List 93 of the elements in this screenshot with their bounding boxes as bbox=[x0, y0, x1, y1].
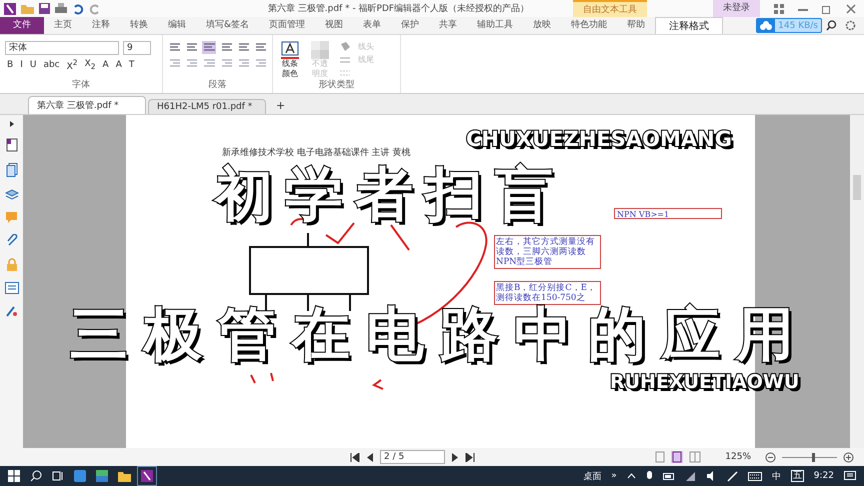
document-tab[interactable]: 第六章 三极管.pdf * bbox=[28, 96, 146, 114]
input-mode-indicator[interactable]: 五 bbox=[790, 470, 804, 482]
menu-tab[interactable]: 主页 bbox=[44, 17, 82, 34]
context-tab-label: 自由文本工具 bbox=[573, 0, 647, 17]
caption-pinyin: RUHEXUETIAOWU bbox=[609, 371, 802, 395]
format-button[interactable]: X$_{2}$ bbox=[82, 59, 98, 71]
menu-tab[interactable]: 共享 bbox=[429, 17, 468, 34]
annotation-text-field[interactable]: NPN VB>=1 bbox=[614, 208, 722, 219]
facing-view-icon[interactable] bbox=[689, 451, 702, 463]
vertical-scrollbar[interactable] bbox=[850, 115, 864, 448]
task-view-icon[interactable] bbox=[52, 470, 64, 482]
toolbar-more-button[interactable]: » bbox=[611, 471, 617, 481]
menu-tab[interactable]: 文件 bbox=[0, 17, 44, 34]
format-button[interactable]: A bbox=[100, 60, 111, 70]
format-button[interactable]: X$^{2}$ bbox=[64, 58, 80, 72]
microphone-icon[interactable] bbox=[646, 470, 653, 482]
menu-tab[interactable]: 注释 bbox=[82, 17, 120, 34]
app-logo-icon[interactable] bbox=[4, 2, 16, 14]
login-button[interactable]: 未登录 bbox=[713, 0, 760, 17]
menu-tab[interactable]: 填写&签名 bbox=[196, 17, 260, 34]
document-tab[interactable]: H61H2-LM5 r01.pdf * bbox=[148, 99, 266, 114]
layers-icon[interactable] bbox=[4, 188, 18, 200]
page-icon[interactable] bbox=[6, 138, 18, 152]
expand-arrow-icon[interactable] bbox=[8, 121, 14, 127]
page-number-field[interactable]: 2 / 5 bbox=[380, 450, 445, 464]
zoom-out-icon[interactable] bbox=[765, 452, 776, 462]
undo-icon[interactable] bbox=[72, 2, 84, 14]
menu-tab[interactable]: 编辑 bbox=[158, 17, 196, 34]
zoom-slider-thumb[interactable] bbox=[812, 452, 816, 462]
input-language-indicator[interactable]: 中 bbox=[772, 470, 781, 482]
menu-tab[interactable]: 页面管理 bbox=[259, 17, 316, 34]
chevron-up-icon[interactable] bbox=[626, 473, 636, 479]
font-name-dropdown[interactable]: 宋体 bbox=[5, 41, 119, 55]
pages-icon[interactable] bbox=[6, 163, 18, 177]
page-header-text: 新承维修技术学校 电子电路基础课件 主讲 黄桃 bbox=[222, 146, 411, 159]
grid-icon[interactable] bbox=[774, 4, 784, 14]
search-icon[interactable] bbox=[30, 470, 42, 482]
group-label: 字体 bbox=[71, 78, 91, 91]
font-size-dropdown[interactable]: 9 bbox=[123, 41, 151, 55]
folder-icon[interactable] bbox=[118, 470, 131, 482]
menu-tab[interactable]: 帮助 bbox=[617, 17, 656, 34]
search-icon[interactable] bbox=[826, 20, 837, 31]
window-title: 第六章 三极管.pdf * - 福昕PDF编辑器个人版（未经授权的产品） bbox=[266, 2, 530, 15]
restore-icon[interactable] bbox=[822, 4, 832, 14]
text-annotation[interactable]: 左右，其它方式测量没有 读数，三脚六测两读数 NPN型三极管 bbox=[494, 235, 601, 269]
first-page-icon[interactable] bbox=[350, 452, 360, 462]
menu-tab[interactable]: 辅助工具 bbox=[467, 17, 524, 34]
attachment-icon[interactable] bbox=[6, 234, 18, 247]
menu-tab[interactable]: 放映 bbox=[523, 17, 562, 34]
settings-icon[interactable] bbox=[845, 20, 856, 31]
format-button[interactable]: A bbox=[114, 60, 124, 70]
format-button[interactable]: B bbox=[5, 60, 16, 70]
zoom-level[interactable]: 125% bbox=[725, 452, 751, 462]
group-label: 形状类型 bbox=[318, 78, 356, 91]
new-tab-button[interactable]: + bbox=[268, 97, 294, 114]
line-color-button[interactable]: 线条颜色 bbox=[278, 41, 302, 79]
next-page-icon[interactable] bbox=[451, 452, 459, 462]
form-icon[interactable] bbox=[4, 282, 18, 294]
close-icon[interactable] bbox=[846, 4, 856, 14]
windows-start-icon[interactable] bbox=[8, 470, 20, 482]
download-speed: 145 KB/s bbox=[778, 20, 818, 30]
last-page-icon[interactable] bbox=[465, 452, 475, 462]
pen-icon[interactable] bbox=[726, 470, 738, 482]
zoom-in-icon[interactable] bbox=[843, 452, 854, 462]
clock[interactable]: 9:22 bbox=[814, 471, 834, 481]
format-button[interactable]: abc bbox=[41, 60, 62, 70]
menu-tab[interactable]: 转换 bbox=[120, 17, 158, 34]
caption-title: 初学者扫盲 bbox=[213, 160, 570, 235]
text-color-icon bbox=[281, 41, 299, 59]
format-button[interactable]: I bbox=[18, 60, 25, 70]
menu-tab[interactable]: 表单 bbox=[353, 17, 392, 34]
menu-tab[interactable]: 注释格式 bbox=[655, 17, 724, 34]
text-annotation[interactable]: 黑接B，红分别接C，E， 测得读数在150-750之 bbox=[494, 281, 601, 305]
desktop-toolbar-label[interactable]: 桌面 bbox=[583, 470, 602, 482]
wifi-icon[interactable] bbox=[684, 472, 696, 480]
paragraph-align-icon[interactable] bbox=[202, 41, 216, 54]
group-label: 段落 bbox=[208, 78, 228, 91]
menu-tab[interactable]: 特色功能 bbox=[561, 17, 618, 34]
format-button[interactable]: U bbox=[28, 60, 38, 70]
continuous-view-icon[interactable] bbox=[671, 451, 684, 463]
format-button[interactable]: T bbox=[126, 60, 136, 70]
menu-tab[interactable]: 保护 bbox=[391, 17, 430, 34]
menu-tab[interactable]: 视图 bbox=[315, 17, 354, 34]
opacity-icon bbox=[311, 41, 329, 59]
caption-pinyin: CHUXUEZHESAOMANG bbox=[465, 127, 734, 153]
previous-page-icon[interactable] bbox=[366, 452, 374, 462]
keyboard-icon[interactable] bbox=[748, 472, 762, 480]
print-icon[interactable] bbox=[55, 3, 67, 14]
battery-icon[interactable] bbox=[662, 472, 675, 480]
save-icon[interactable] bbox=[39, 3, 50, 14]
signature-icon[interactable] bbox=[5, 305, 18, 318]
notification-icon[interactable] bbox=[844, 470, 856, 482]
single-page-view-icon[interactable] bbox=[655, 451, 666, 463]
